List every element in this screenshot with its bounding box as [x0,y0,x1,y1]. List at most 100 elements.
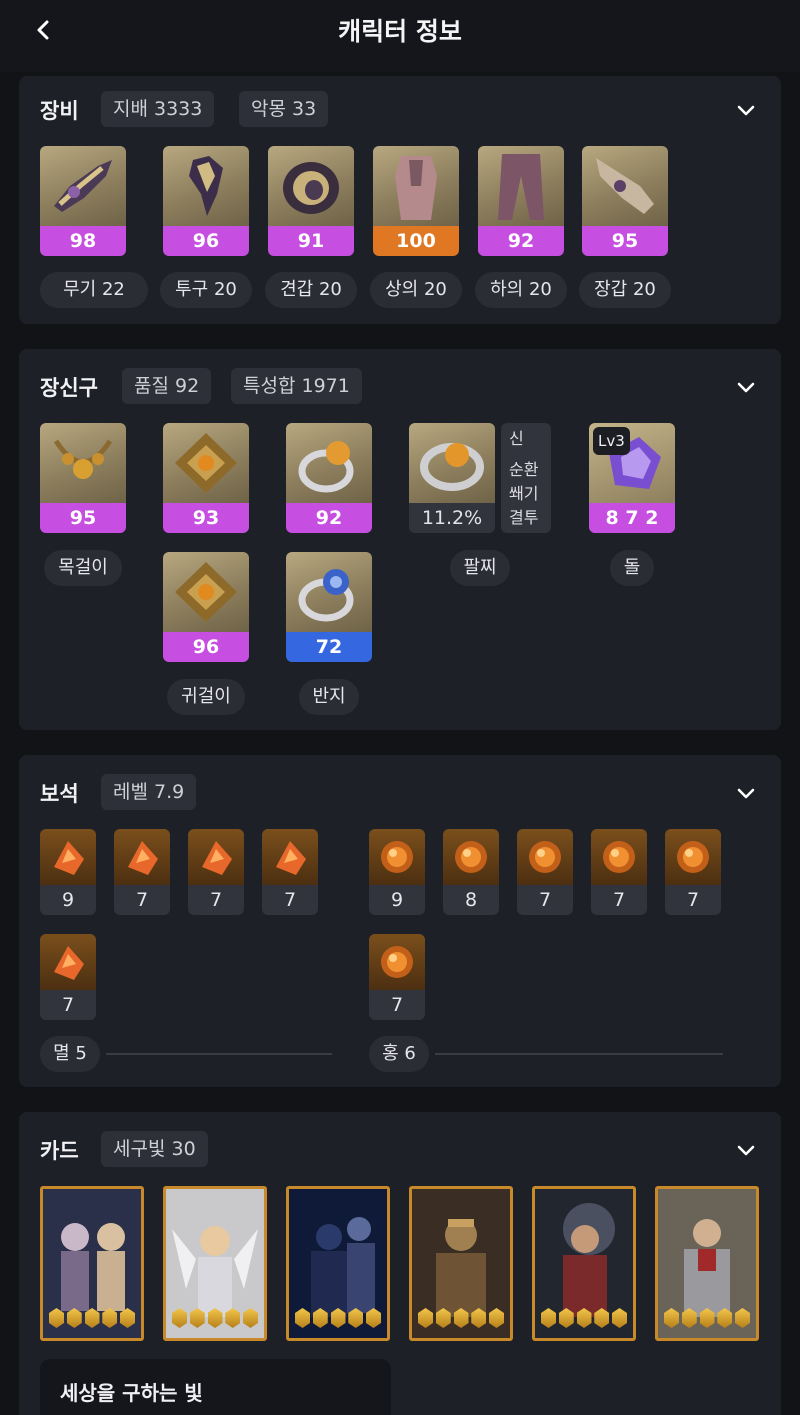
equipment-title: 장비 [40,99,79,123]
crimson-gem-icon [517,829,573,885]
crimson-gem[interactable]: 8 [443,829,499,915]
card-set-effect[interactable]: 세상을 구하는 빛 [40,1359,391,1415]
equipment-helmet[interactable]: 96 [163,146,249,256]
accessory-bracelet[interactable]: 11.2% [409,423,495,533]
gem-level: 7 [369,990,425,1020]
quality-value: 98 [40,226,126,256]
annihilation-gem-icon [188,829,244,885]
bracelet-label: 팔찌 [450,550,510,586]
quality-value: 100 [373,226,459,256]
card-item[interactable] [409,1186,513,1341]
crimson-gem[interactable]: 7 [369,934,425,1020]
annihilation-gem-icon [262,829,318,885]
chevron-down-icon[interactable] [734,98,758,122]
gem-level: 7 [40,990,96,1020]
card-awakening [541,1308,627,1330]
equipment-section: 장비 지배 3333 악몽 33 98 96 91 100 92 95 무기 2… [19,76,781,324]
equipment-helmet-label: 투구 20 [160,272,252,308]
card-awakening [664,1308,750,1330]
quality-value: 95 [582,226,668,256]
accessory-earring-2[interactable]: 96 [163,552,249,662]
chevron-down-icon[interactable] [734,781,758,805]
annihilation-gem[interactable]: 7 [188,829,244,915]
necklace-label: 목걸이 [44,550,122,586]
annihilation-gem-icon [40,934,96,990]
nightmare-badge: 악몽 33 [239,91,329,127]
crimson-gem-icon [443,829,499,885]
accessory-ability-stone[interactable]: Lv3 8 7 2 [589,423,675,533]
helmet-icon [163,146,249,226]
crimson-gem[interactable]: 7 [665,829,721,915]
card-set-badge: 세구빛 30 [101,1131,208,1167]
gem-level: 7 [188,885,244,915]
equipment-gloves-label: 장갑 20 [579,272,671,308]
quality-value: 93 [163,503,249,533]
equipment-shoulder[interactable]: 91 [268,146,354,256]
equipment-pants[interactable]: 92 [478,146,564,256]
crimson-gem-icon [369,829,425,885]
card-item[interactable] [163,1186,267,1341]
accessory-earring-1[interactable]: 93 [163,423,249,533]
stone-label: 돌 [610,550,654,586]
equipment-pants-label: 하의 20 [475,272,567,308]
equipment-chest[interactable]: 100 [373,146,459,256]
equipment-weapon[interactable]: 98 [40,146,126,256]
annihilation-gem[interactable]: 9 [40,829,96,915]
gem-level: 7 [517,885,573,915]
annihilation-gem[interactable]: 7 [114,829,170,915]
bracelet-effect: 순환 [509,460,539,479]
gem-level: 7 [114,885,170,915]
shoulder-icon [268,146,354,226]
accessory-ring-2[interactable]: 72 [286,552,372,662]
chevron-down-icon[interactable] [734,375,758,399]
gems-title: 보석 [40,782,79,806]
gem-level: 9 [369,885,425,915]
card-awakening [295,1308,381,1330]
card-set-name: 세상을 구하는 빛 [60,1381,203,1405]
equipment-weapon-label: 무기 22 [40,272,148,308]
annihilation-gem[interactable]: 7 [40,934,96,1020]
accessory-necklace[interactable]: 95 [40,423,126,533]
crimson-gem[interactable]: 9 [369,829,425,915]
card-item[interactable] [286,1186,390,1341]
bracelet-effect: 결투 [509,508,539,527]
crimson-gem[interactable]: 7 [591,829,647,915]
annihilation-gem[interactable]: 7 [262,829,318,915]
card-awakening [418,1308,504,1330]
equipment-chest-label: 상의 20 [370,272,462,308]
divider [435,1053,723,1055]
page-title: 캐릭터 정보 [338,17,462,46]
gems-section: 보석 레벨 7.9 9 7 7 7 7 9 8 7 7 7 7 멸 5 홍 6 [19,755,781,1087]
annihilation-gem-icon [114,829,170,885]
quality-value: 96 [163,632,249,662]
quality-value: 72 [286,632,372,662]
divider [106,1053,332,1055]
card-awakening [49,1308,135,1330]
crimson-gem-icon [369,934,425,990]
gloves-icon [582,146,668,226]
equipment-shoulder-label: 견갑 20 [265,272,357,308]
equipment-gloves[interactable]: 95 [582,146,668,256]
card-item[interactable] [655,1186,759,1341]
quality-value: 91 [268,226,354,256]
bracelet-effects: 신 순환 쐐기 결투 [501,423,551,533]
pants-icon [478,146,564,226]
crimson-gem-icon [591,829,647,885]
bracelet-value: 11.2% [409,503,495,533]
top-bar: 캐릭터 정보 [0,0,800,72]
card-awakening [172,1308,258,1330]
accessory-ring-1[interactable]: 92 [286,423,372,533]
earring-icon [163,423,249,503]
chest-armor-icon [373,146,459,226]
weapon-icon [40,146,126,226]
chevron-down-icon[interactable] [734,1138,758,1162]
annihilation-count-label: 멸 5 [40,1036,100,1072]
crimson-gem[interactable]: 7 [517,829,573,915]
gem-level: 7 [591,885,647,915]
gem-level-badge: 레벨 7.9 [101,774,197,810]
annihilation-gem-icon [40,829,96,885]
card-item[interactable] [532,1186,636,1341]
quality-value: 92 [286,503,372,533]
bracelet-effect: 쐐기 [509,484,539,503]
card-item[interactable] [40,1186,144,1341]
